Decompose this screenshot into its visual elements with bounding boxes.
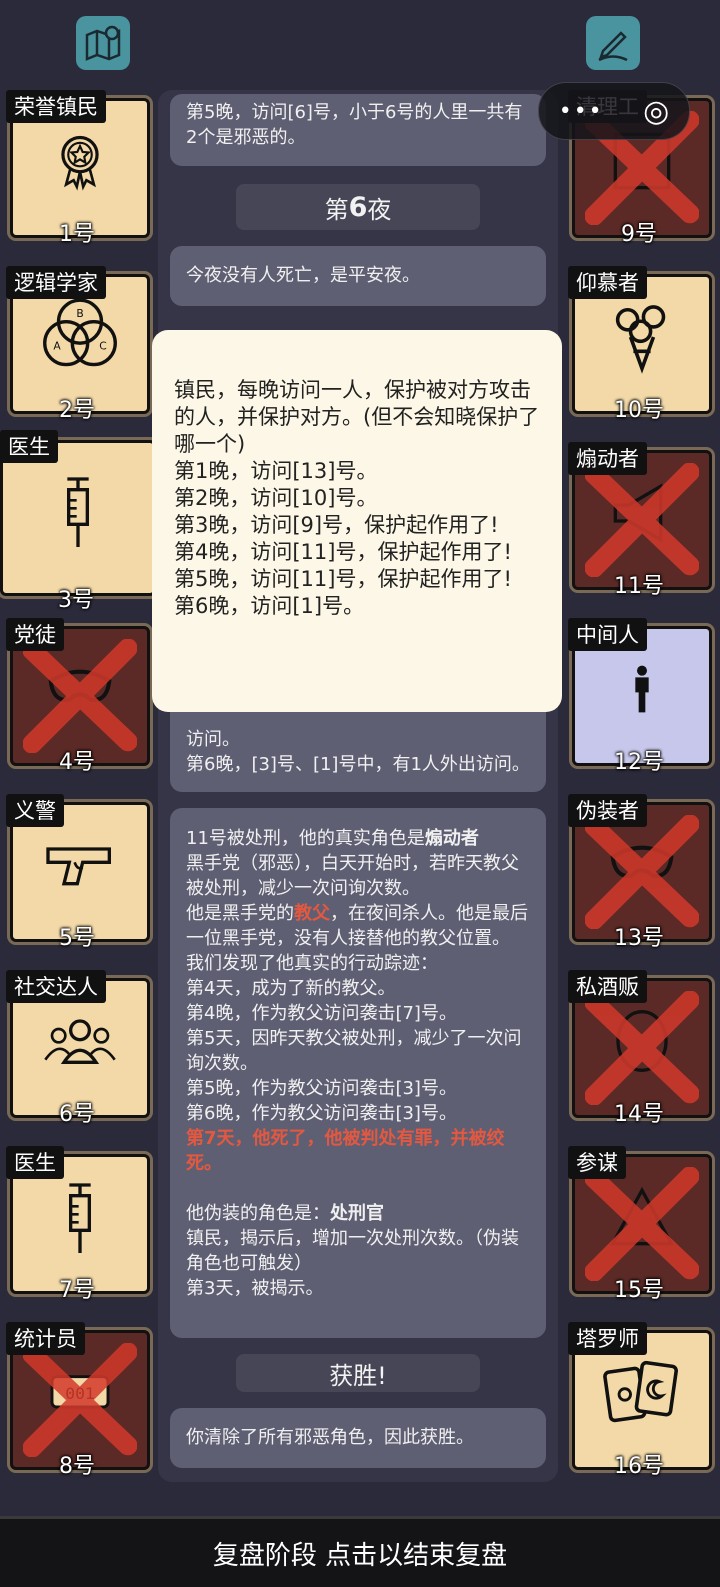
role-name-label: 社交达人 — [6, 970, 106, 1003]
log-message-night5-result: 第5晚，访问[6]号，小于6号的人里一共有2个是邪恶的。 — [170, 94, 546, 166]
log-text: 你清除了所有邪恶角色，因此获胜。 — [186, 1427, 474, 1448]
exec-disguise-role: 处刑官 — [330, 1203, 384, 1224]
role-name-label: 煽动者 — [568, 442, 647, 475]
exec-line-a1: 11号被处刑，他的真实角色是 — [186, 828, 425, 849]
miniprogram-capsule: ••• ◎ — [538, 82, 690, 140]
role-detail-popup[interactable]: 镇民，每晚访问一人，保护被对方攻击的人，并保护对方。(但不会知晓保护了哪一个) … — [152, 330, 562, 712]
night-header-post: 夜 — [367, 195, 392, 224]
player-number: 5号 — [59, 926, 95, 951]
medal-icon — [13, 115, 147, 207]
night-header-num: 6 — [348, 191, 368, 223]
exec-line-b1: 他是黑手党的 — [186, 903, 294, 924]
player-number: 8号 — [59, 1454, 95, 1479]
role-name-label: 仰慕者 — [568, 266, 647, 299]
map-pin-icon — [85, 25, 121, 61]
player-number: 10号 — [614, 398, 664, 423]
more-button[interactable]: ••• — [559, 99, 604, 124]
log-text: 第5晚，访问[6]号，小于6号的人里一共有2个是邪恶的。 — [186, 102, 523, 148]
role-name-label: 中间人 — [568, 618, 647, 651]
popup-text: 镇民，每晚访问一人，保护被对方攻击的人，并保护对方。(但不会知晓保护了哪一个) … — [174, 378, 540, 618]
venn-icon: B A C — [13, 291, 147, 383]
end-replay-bar[interactable]: 复盘阶段 点击以结束复盘 — [0, 1516, 720, 1587]
log-message-visit-result: 访问。 第6晚，[3]号、[1]号中，有1人外出访问。 — [170, 698, 546, 792]
role-name-label: 党徒 — [6, 618, 64, 651]
role-name-label: 医生 — [6, 1146, 64, 1179]
tarot-icon — [575, 1347, 709, 1439]
exec-death-line: 第7天，他死了，他被判处有罪，并被绞死。 — [186, 1128, 505, 1174]
exec-line-e2: 镇民，揭示后，增加一次处刑次数。（伪装角色也可触发） 第3天，被揭示。 — [186, 1228, 519, 1299]
log-message-execution: 11号被处刑，他的真实角色是煽动者 黑手党（邪恶），白天开始时，若昨天教父被处刑… — [170, 808, 546, 1338]
flowers-icon — [575, 291, 709, 383]
role-name-label: 统计员 — [6, 1322, 85, 1355]
player-number: 13号 — [614, 926, 664, 951]
player-number: 15号 — [614, 1278, 664, 1303]
log-message-victory: 你清除了所有邪恶角色，因此获胜。 — [170, 1408, 546, 1468]
player-number: 7号 — [59, 1278, 95, 1303]
player-number: 14号 — [614, 1102, 664, 1127]
person-icon — [575, 643, 709, 735]
people-icon — [13, 995, 147, 1087]
end-replay-label: 复盘阶段 点击以结束复盘 — [212, 1540, 508, 1571]
exec-line-a2: 黑手党（邪恶），白天开始时，若昨天教父被处刑，减少一次问询次数。 — [186, 853, 519, 899]
victory-header: 获胜! — [236, 1354, 480, 1392]
role-name-label: 塔罗师 — [568, 1322, 647, 1355]
syringe-icon — [3, 457, 153, 565]
victory-text: 获胜! — [329, 1361, 387, 1390]
player-number: 3号 — [58, 588, 94, 613]
role-name-label: 逻辑学家 — [6, 266, 106, 299]
notes-button[interactable] — [586, 16, 640, 70]
exec-role-name: 煽动者 — [424, 828, 479, 849]
log-message-peaceful-night: 今夜没有人死亡，是平安夜。 — [170, 246, 546, 306]
close-button[interactable]: ◎ — [643, 94, 669, 129]
exec-line-e1: 他伪装的角色是： — [186, 1203, 330, 1224]
exec-godfather-label: 教父 — [294, 903, 330, 924]
night-header-pre: 第 — [324, 195, 349, 224]
night-6-header: 第6夜 — [236, 184, 480, 230]
log-text: 今夜没有人死亡，是平安夜。 — [186, 265, 420, 286]
role-name-label: 私酒贩 — [568, 970, 647, 1003]
player-number: 11号 — [614, 574, 664, 599]
player-number: 4号 — [59, 750, 95, 775]
player-number: 6号 — [59, 1102, 95, 1127]
log-text: 访问。 第6晚，[3]号、[1]号中，有1人外出访问。 — [186, 729, 530, 775]
svg-text:A: A — [53, 339, 61, 352]
pen-icon — [598, 31, 628, 62]
role-card-left-3[interactable] — [0, 440, 156, 596]
player-number: 9号 — [621, 222, 657, 247]
player-number: 12号 — [614, 750, 664, 775]
svg-text:C: C — [99, 339, 106, 352]
exec-trace: 我们发现了他真实的行动踪迹： 第4天，成为了新的教父。 第4晚，作为教父访问袭击… — [186, 953, 522, 1124]
svg-text:B: B — [76, 307, 83, 320]
player-number: 16号 — [614, 1454, 664, 1479]
map-button[interactable] — [76, 16, 130, 70]
role-name-label: 荣誉镇民 — [6, 90, 106, 123]
gun-icon — [13, 819, 147, 911]
player-number: 1号 — [59, 222, 95, 247]
player-number: 2号 — [59, 398, 95, 423]
role-name-label: 参谋 — [568, 1146, 626, 1179]
role-name-label: 义警 — [6, 794, 64, 827]
syringe-icon — [13, 1171, 147, 1263]
role-name-label: 伪装者 — [568, 794, 647, 827]
role-name-label: 医生 — [0, 430, 58, 463]
